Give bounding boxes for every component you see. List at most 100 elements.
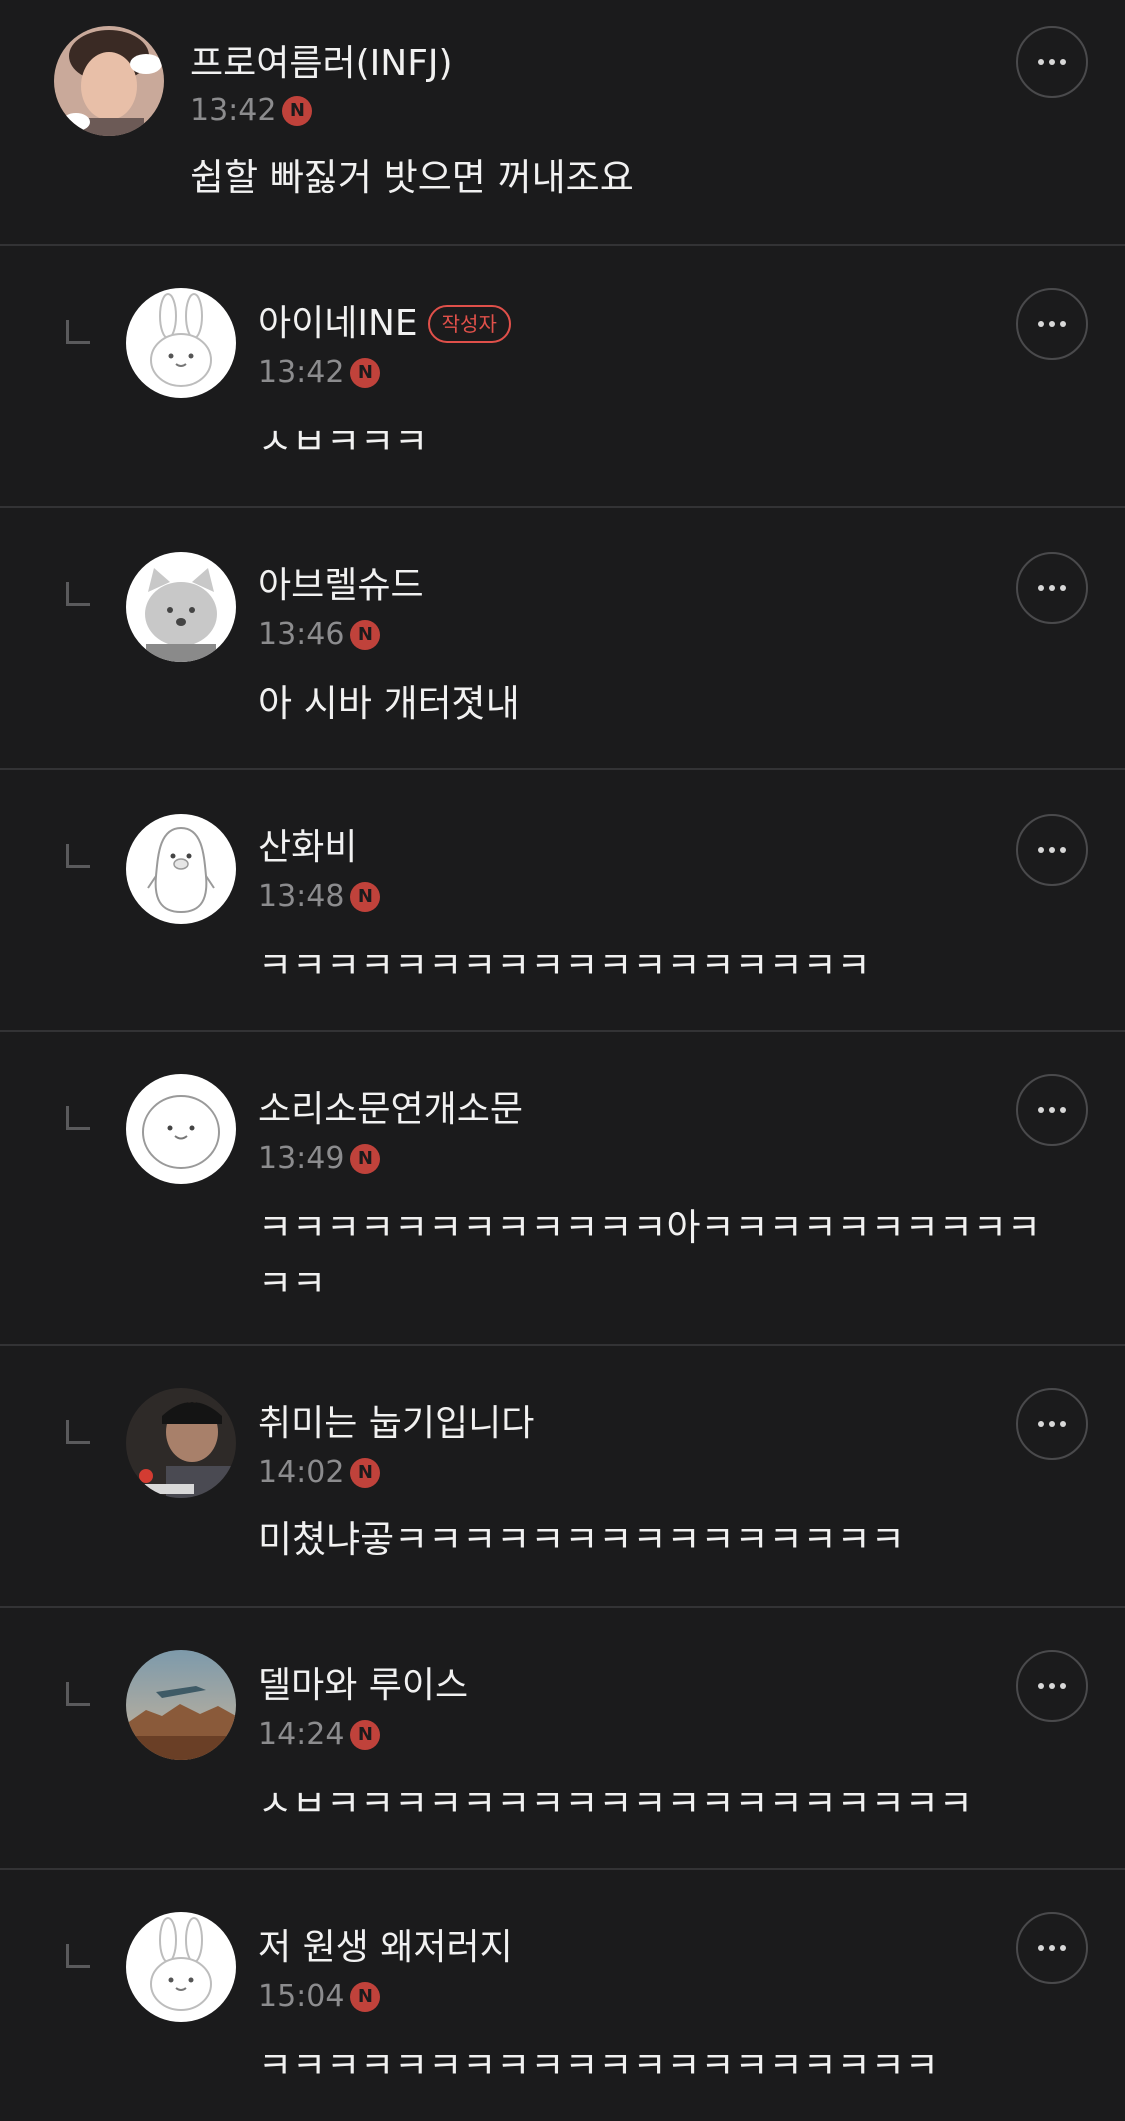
- author-name[interactable]: 아브렐슈드: [258, 564, 424, 608]
- reply-arrow-icon: [66, 582, 90, 606]
- more-options-button[interactable]: [1016, 288, 1088, 360]
- dot-icon: [1038, 847, 1044, 853]
- new-badge-icon: N: [350, 1982, 381, 2012]
- photo-boy-icon: [54, 26, 164, 136]
- comment-meta: 14:02 N: [258, 1454, 381, 1492]
- avatar[interactable]: [126, 1650, 236, 1760]
- new-badge-icon: N: [350, 1144, 381, 1174]
- dot-icon: [1060, 1421, 1066, 1427]
- new-badge-icon: N: [350, 882, 381, 912]
- dot-icon: [1038, 1683, 1044, 1689]
- penguin-icon: [126, 814, 236, 924]
- reply-item: 취미는 눕기입니다 14:02 N 미쳤냐곻ㅋㅋㅋㅋㅋㅋㅋㅋㅋㅋㅋㅋㅋㅋㅋ: [0, 1346, 1125, 1608]
- avatar[interactable]: [126, 1074, 236, 1184]
- dot-icon: [1049, 321, 1055, 327]
- new-badge-icon: N: [350, 358, 381, 388]
- new-badge-icon: N: [350, 1720, 381, 1750]
- more-options-button[interactable]: [1016, 1912, 1088, 1984]
- more-options-button[interactable]: [1016, 552, 1088, 624]
- avatar[interactable]: [126, 552, 236, 662]
- comment-time: 13:49: [258, 1141, 345, 1176]
- avatar[interactable]: [54, 26, 164, 136]
- comment-time: 14:02: [258, 1455, 345, 1490]
- reply-arrow-icon: [66, 1944, 90, 1968]
- reply-arrow-icon: [66, 844, 90, 868]
- dot-icon: [1038, 59, 1044, 65]
- comment-text: ㅋㅋㅋㅋㅋㅋㅋㅋㅋㅋㅋㅋ아ㅋㅋㅋㅋㅋㅋㅋㅋㅋㅋㅋㅋ: [258, 1206, 1041, 1305]
- rabbit-icon: [126, 1912, 236, 2022]
- reply-item: 아브렐슈드 13:46 N 아 시바 개터졋내: [0, 508, 1125, 770]
- comment-text: ㅅㅂㅋㅋㅋㅋㅋㅋㅋㅋㅋㅋㅋㅋㅋㅋㅋㅋㅋㅋㅋ: [258, 1782, 973, 1825]
- dot-icon: [1038, 1107, 1044, 1113]
- comment-text: 쉽할 빠짏거 밧으면 꺼내조요: [190, 156, 634, 199]
- more-options-button[interactable]: [1016, 1074, 1088, 1146]
- comment-meta: 13:42 N: [258, 354, 381, 392]
- comment-text: ㅋㅋㅋㅋㅋㅋㅋㅋㅋㅋㅋㅋㅋㅋㅋㅋㅋㅋㅋㅋ: [258, 2044, 939, 2087]
- reply-arrow-icon: [66, 1420, 90, 1444]
- author-name[interactable]: 저 원생 왜저러지: [258, 1926, 513, 1970]
- comment-meta: 13:46 N: [258, 616, 381, 654]
- photo-man-icon: [126, 1388, 236, 1498]
- author-name[interactable]: 소리소문연개소문: [258, 1088, 523, 1132]
- avatar[interactable]: [126, 1912, 236, 2022]
- comment-text: ㅋㅋㅋㅋㅋㅋㅋㅋㅋㅋㅋㅋㅋㅋㅋㅋㅋㅋ: [258, 944, 871, 987]
- new-badge-icon: N: [350, 620, 381, 650]
- avatar[interactable]: [126, 288, 236, 398]
- dot-icon: [1038, 1945, 1044, 1951]
- dot-icon: [1060, 1683, 1066, 1689]
- dot-icon: [1060, 847, 1066, 853]
- comment-time: 13:46: [258, 617, 345, 652]
- author-name[interactable]: 취미는 눕기입니다: [258, 1402, 534, 1446]
- author-name-text: 산화비: [258, 827, 358, 868]
- comment-time: 15:04: [258, 1979, 345, 2014]
- comment-time: 13:42: [258, 355, 345, 390]
- rabbit-icon: [126, 288, 236, 398]
- dot-icon: [1049, 1107, 1055, 1113]
- author-name-text: 프로여름러(INFJ): [190, 43, 453, 84]
- more-options-button[interactable]: [1016, 1388, 1088, 1460]
- comment-text: 아 시바 개터졋내: [258, 682, 520, 725]
- reply-item: 산화비 13:48 N ㅋㅋㅋㅋㅋㅋㅋㅋㅋㅋㅋㅋㅋㅋㅋㅋㅋㅋ: [0, 770, 1125, 1032]
- comment-meta: 13:48 N: [258, 878, 381, 916]
- reply-item: 소리소문연개소문 13:49 N ㅋㅋㅋㅋㅋㅋㅋㅋㅋㅋㅋㅋ아ㅋㅋㅋㅋㅋㅋㅋㅋㅋㅋ…: [0, 1032, 1125, 1346]
- comment-meta: 13:49 N: [258, 1140, 381, 1178]
- author-name-text: 아이네INE: [258, 303, 418, 344]
- more-options-button[interactable]: [1016, 1650, 1088, 1722]
- comment-time: 14:24: [258, 1717, 345, 1752]
- avatar[interactable]: [126, 814, 236, 924]
- more-options-button[interactable]: [1016, 26, 1088, 98]
- dot-icon: [1049, 1421, 1055, 1427]
- reply-item: 아이네INE 작성자 13:42 N ㅅㅂㅋㅋㅋ: [0, 246, 1125, 508]
- comment-meta: 14:24 N: [258, 1716, 381, 1754]
- dot-icon: [1060, 1107, 1066, 1113]
- new-badge-icon: N: [282, 96, 313, 126]
- new-badge-icon: N: [350, 1458, 381, 1488]
- dot-icon: [1049, 59, 1055, 65]
- avatar[interactable]: [126, 1388, 236, 1498]
- comment-meta: 13:42 N: [190, 92, 313, 130]
- dot-icon: [1038, 585, 1044, 591]
- seal-icon: [126, 1074, 236, 1184]
- comment-text: ㅅㅂㅋㅋㅋ: [258, 420, 429, 463]
- dot-icon: [1060, 1945, 1066, 1951]
- dot-icon: [1038, 321, 1044, 327]
- author-name[interactable]: 아이네INE 작성자: [258, 302, 511, 346]
- dot-icon: [1049, 585, 1055, 591]
- dot-icon: [1060, 59, 1066, 65]
- author-name[interactable]: 프로여름러(INFJ): [190, 42, 453, 86]
- reply-arrow-icon: [66, 1682, 90, 1706]
- comment-text: 미쳤냐곻ㅋㅋㅋㅋㅋㅋㅋㅋㅋㅋㅋㅋㅋㅋㅋ: [258, 1518, 905, 1561]
- author-name-text: 델마와 루이스: [258, 1665, 469, 1706]
- dot-icon: [1060, 321, 1066, 327]
- dot-icon: [1049, 847, 1055, 853]
- reply-item: 저 원생 왜저러지 15:04 N ㅋㅋㅋㅋㅋㅋㅋㅋㅋㅋㅋㅋㅋㅋㅋㅋㅋㅋㅋㅋ: [0, 1870, 1125, 2121]
- author-name-text: 저 원생 왜저러지: [258, 1927, 513, 1968]
- photo-car-icon: [126, 1650, 236, 1760]
- reply-arrow-icon: [66, 320, 90, 344]
- writer-badge: 작성자: [427, 305, 511, 343]
- more-options-button[interactable]: [1016, 814, 1088, 886]
- author-name[interactable]: 산화비: [258, 826, 357, 870]
- author-name-text: 아브렐슈드: [258, 565, 424, 606]
- dot-icon: [1049, 1945, 1055, 1951]
- author-name[interactable]: 델마와 루이스: [258, 1664, 468, 1708]
